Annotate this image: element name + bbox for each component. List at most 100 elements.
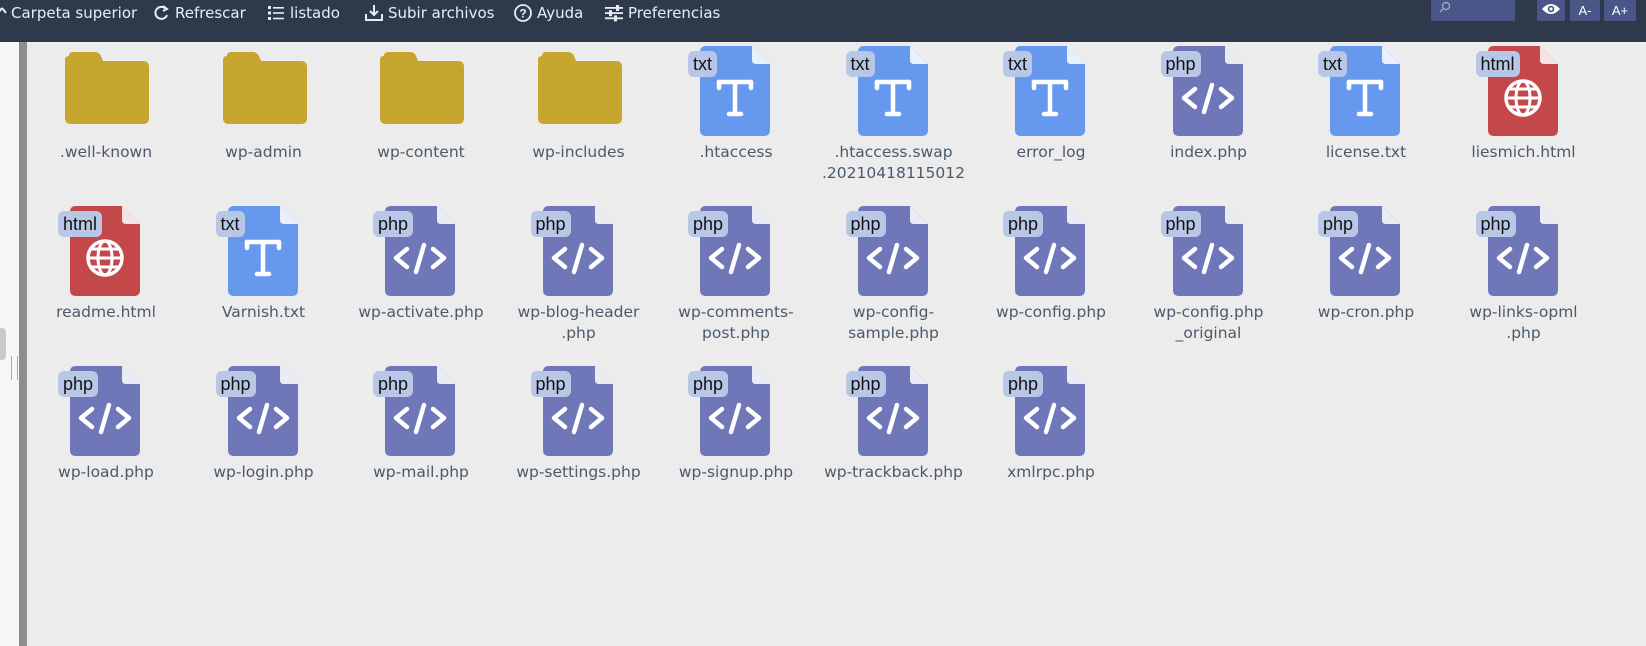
file-name: wp-mail.php: [373, 463, 469, 481]
file-item[interactable]: php wp-blog-header .php: [500, 202, 658, 344]
php-file-icon: php: [657, 202, 815, 302]
file-item[interactable]: wp-includes: [500, 42, 658, 163]
php-file-icon: php: [1130, 42, 1288, 142]
php-file-icon: php: [1445, 202, 1603, 302]
file-item[interactable]: txt .htaccess: [657, 42, 815, 163]
txt-file-icon: txt: [657, 42, 815, 142]
file-name: readme.html: [56, 303, 156, 321]
file-item[interactable]: php wp-trackback.php: [815, 362, 973, 483]
file-item[interactable]: .well-known: [27, 42, 185, 163]
svg-text:?: ?: [519, 7, 526, 21]
file-type-badge: txt: [215, 211, 245, 237]
refresh-label: Refrescar: [175, 4, 246, 22]
file-item[interactable]: txt .htaccess.swap .20210418115012: [815, 42, 973, 184]
file-item[interactable]: php wp-signup.php: [657, 362, 815, 483]
preferences-label: Preferencias: [628, 4, 721, 22]
list-view-label: listado: [290, 4, 340, 22]
php-file-icon: php: [815, 362, 973, 462]
php-file-icon: php: [657, 362, 815, 462]
php-file-icon: php: [972, 202, 1130, 302]
parent-folder-button[interactable]: Carpeta superior: [0, 0, 137, 26]
file-item[interactable]: php wp-config- sample.php: [815, 202, 973, 344]
help-button[interactable]: ? Ayuda: [512, 0, 583, 26]
toggle-hidden-button[interactable]: [1537, 0, 1565, 21]
file-type-badge: php: [373, 211, 414, 237]
search-icon: [1439, 1, 1451, 16]
file-item[interactable]: php wp-comments- post.php: [657, 202, 815, 344]
file-item[interactable]: php wp-load.php: [27, 362, 185, 483]
file-name: wp-trackback.php: [824, 463, 963, 481]
font-larger-label: A+: [1611, 3, 1629, 18]
file-name: wp-admin: [225, 143, 302, 161]
file-item[interactable]: txt Varnish.txt: [185, 202, 343, 323]
list-icon: [265, 3, 287, 23]
refresh-icon: [150, 3, 172, 23]
php-file-icon: php: [1287, 202, 1445, 302]
folder-icon: [342, 42, 500, 142]
file-name: wp-config.php: [996, 303, 1106, 321]
file-name: wp-links-opml .php: [1469, 303, 1578, 342]
file-name: wp-load.php: [58, 463, 154, 481]
parent-folder-label: Carpeta superior: [11, 4, 138, 22]
folder-icon: [27, 42, 185, 142]
file-item[interactable]: php xmlrpc.php: [972, 362, 1130, 483]
php-file-icon: php: [342, 362, 500, 462]
file-item[interactable]: php wp-cron.php: [1287, 202, 1445, 323]
txt-file-icon: txt: [815, 42, 973, 142]
file-type-badge: php: [1160, 211, 1201, 237]
list-view-button[interactable]: listado: [265, 0, 340, 26]
file-item[interactable]: wp-content: [342, 42, 500, 163]
file-type-badge: php: [845, 211, 886, 237]
txt-file-icon: txt: [972, 42, 1130, 142]
file-item[interactable]: txt error_log: [972, 42, 1130, 163]
file-name: wp-cron.php: [1317, 303, 1415, 321]
file-name: Varnish.txt: [221, 303, 306, 321]
file-item[interactable]: php wp-activate.php: [342, 202, 500, 323]
php-file-icon: php: [500, 362, 658, 462]
file-item[interactable]: php index.php: [1130, 42, 1288, 163]
file-name: .htaccess: [699, 143, 773, 161]
file-item[interactable]: php wp-config.php: [972, 202, 1130, 323]
vertical-scrollbar[interactable]: [19, 42, 27, 646]
php-file-icon: php: [815, 202, 973, 302]
upload-button[interactable]: Subir archivos: [363, 0, 494, 26]
file-type-badge: php: [58, 371, 99, 397]
file-item[interactable]: php wp-mail.php: [342, 362, 500, 483]
resize-grip[interactable]: [11, 356, 18, 380]
font-larger-button[interactable]: A+: [1604, 0, 1636, 21]
file-name: error_log: [1016, 143, 1086, 161]
preferences-button[interactable]: Preferencias: [603, 0, 720, 26]
file-item[interactable]: html liesmich.html: [1445, 42, 1603, 163]
file-type-badge: php: [530, 371, 571, 397]
file-type-badge: php: [1160, 51, 1201, 77]
file-item[interactable]: php wp-login.php: [185, 362, 343, 483]
file-item[interactable]: wp-admin: [185, 42, 343, 163]
search-input[interactable]: [1453, 0, 1515, 22]
file-item[interactable]: php wp-links-opml .php: [1445, 202, 1603, 344]
help-label: Ayuda: [537, 4, 584, 22]
file-item[interactable]: php wp-config.php _original: [1130, 202, 1288, 344]
font-smaller-button[interactable]: A-: [1570, 0, 1600, 21]
php-file-icon: php: [1130, 202, 1288, 302]
file-type-badge: php: [845, 371, 886, 397]
file-item[interactable]: php wp-settings.php: [500, 362, 658, 483]
upload-icon: [363, 3, 385, 23]
html-file-icon: html: [27, 202, 185, 302]
file-item[interactable]: html readme.html: [27, 202, 185, 323]
php-file-icon: php: [342, 202, 500, 302]
file-name: xmlrpc.php: [1007, 463, 1095, 481]
php-file-icon: php: [185, 362, 343, 462]
file-type-badge: php: [688, 211, 729, 237]
panel-toggle-handle[interactable]: [0, 328, 6, 360]
search-box: [1431, 0, 1515, 22]
file-item[interactable]: txt license.txt: [1287, 42, 1445, 163]
file-type-badge: php: [373, 371, 414, 397]
refresh-button[interactable]: Refrescar: [150, 0, 246, 26]
file-name: wp-comments- post.php: [678, 303, 794, 342]
file-type-badge: html: [58, 211, 103, 237]
help-icon: ?: [512, 3, 534, 23]
arrow-up-icon: [0, 3, 8, 23]
file-type-badge: php: [1475, 211, 1516, 237]
file-name: liesmich.html: [1471, 143, 1576, 161]
file-name: license.txt: [1325, 143, 1407, 161]
